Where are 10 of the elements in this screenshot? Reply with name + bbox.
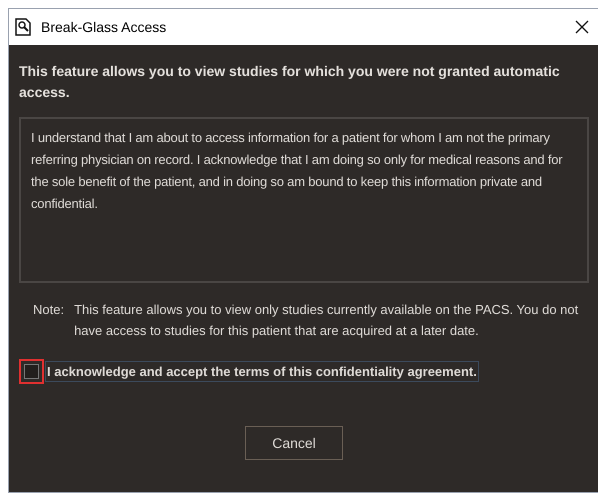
magnifier-document-icon [15,18,31,36]
note-text: This feature allows you to view only studies currently available on the PACS. You do not have access to studies for this patient that are acquired at a later date. [74,301,580,340]
cancel-button[interactable]: Cancel [245,426,343,460]
acknowledge-checkbox[interactable] [24,364,39,379]
intro-text: This feature allows you to view studies for which you were not granted automatic access. [19,62,561,102]
close-icon[interactable] [575,20,589,34]
window-title: Break-Glass Access [41,18,166,36]
note-label: Note: [33,301,64,319]
agreement-text: I understand that I am about to access information for a patient for whom I am not the primary referring physician on record. I acknowledge that I am doing so only for medical reasons and for the sole benefit of the patient, and in doing so am bound to keep this information private and confidential. [31,129,564,213]
acknowledge-label[interactable]: I acknowledge and accept the terms of this confidentiality agreement. [45,360,479,382]
